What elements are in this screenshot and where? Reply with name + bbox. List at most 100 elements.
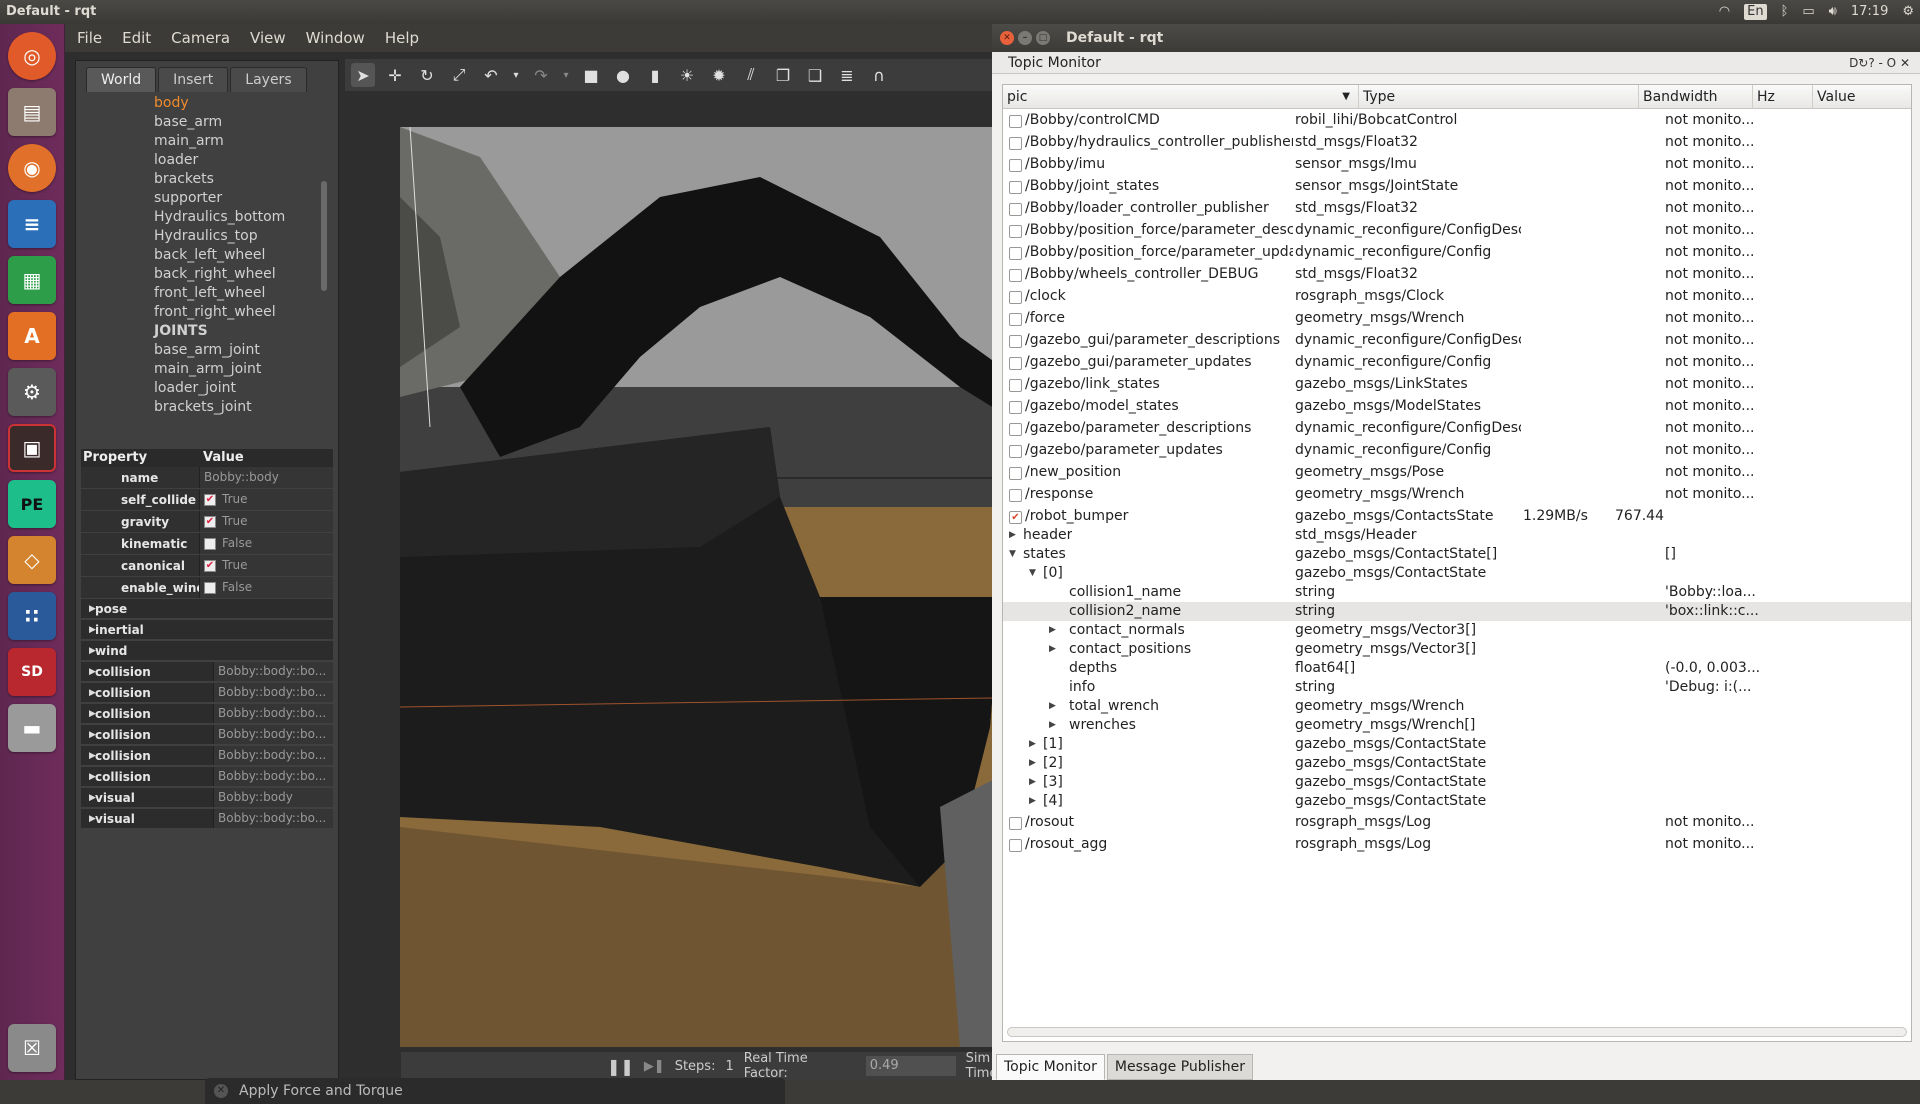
topic-row[interactable]: /Bobby/controlCMD robil_lihi/BobcatContro… [1003, 111, 1911, 130]
monitor-checkbox[interactable] [1009, 313, 1022, 326]
field-row[interactable]: ▶ [3] gazebo_msgs/ContactState [1003, 773, 1911, 792]
chevron-down-icon[interactable]: ▾ [561, 63, 571, 87]
column-topic[interactable]: pic ▼ [1003, 85, 1359, 109]
tree-item[interactable]: Hydraulics_bottom [154, 209, 285, 225]
software-center-icon[interactable]: A [8, 312, 56, 360]
topic-row[interactable]: /response geometry_msgs/Wrench not monito.… [1003, 485, 1911, 504]
field-row[interactable]: ▶ [4] gazebo_msgs/ContactState [1003, 792, 1911, 811]
menu-view[interactable]: View [250, 29, 286, 47]
property-group-wind[interactable]: ▶ wind [81, 641, 333, 660]
tree-item[interactable]: loader_joint [154, 380, 236, 396]
pause-icon[interactable]: ❚❚ [607, 1057, 634, 1076]
tab-message-publisher[interactable]: Message Publisher [1106, 1054, 1253, 1080]
topic-row[interactable]: /Bobby/imu sensor_msgs/Imu not monito... [1003, 155, 1911, 174]
bluetooth-icon[interactable]: ᛒ [1781, 0, 1789, 24]
field-row[interactable]: ▶ total_wrench geometry_msgs/Wrench [1003, 697, 1911, 716]
property-group-collision[interactable]: ▶ collision Bobby::body::bo... [81, 662, 333, 681]
settings-icon[interactable]: ⚙ [8, 368, 56, 416]
property-group-inertial[interactable]: ▶ inertial [81, 620, 333, 639]
property-group-collision[interactable]: ▶ collision Bobby::body::bo... [81, 683, 333, 702]
trash-icon[interactable]: ☒ [8, 1024, 56, 1072]
topic-row[interactable]: /rosout rosgraph_msgs/Log not monito... [1003, 813, 1911, 832]
chevron-right-icon[interactable]: ▶ [1049, 621, 1056, 640]
field-row[interactable]: ▼ states gazebo_msgs/ContactState[] [] [1003, 545, 1911, 564]
monitor-checkbox[interactable] [1009, 423, 1022, 436]
property-value[interactable]: ✔ True [199, 511, 333, 532]
menu-camera[interactable]: Camera [171, 29, 230, 47]
tree-item[interactable]: loader [154, 152, 198, 168]
translate-icon[interactable]: ✛ [383, 63, 407, 87]
firefox-icon[interactable]: ◉ [8, 144, 56, 192]
tree-item[interactable]: base_arm [154, 114, 222, 130]
chevron-down-icon[interactable]: ▾ [511, 63, 521, 87]
field-row[interactable]: ▶ header std_msgs/Header [1003, 526, 1911, 545]
sphere-shape-icon[interactable]: ● [611, 63, 635, 87]
files-icon[interactable]: ▤ [8, 88, 56, 136]
property-checkbox[interactable] [204, 581, 216, 594]
field-row[interactable]: collision2_name string 'box::link::c... [1003, 602, 1911, 621]
monitor-checkbox[interactable] [1009, 225, 1022, 238]
monitor-checkbox[interactable] [1009, 839, 1022, 852]
calc-icon[interactable]: ▦ [8, 256, 56, 304]
menu-help[interactable]: Help [385, 29, 419, 47]
monitor-checkbox[interactable] [1009, 467, 1022, 480]
battery-icon[interactable]: ▭ [1802, 0, 1814, 24]
expand-arrow-icon[interactable]: ▶ [81, 604, 96, 614]
menu-edit[interactable]: Edit [122, 29, 151, 47]
column-bandwidth[interactable]: Bandwidth [1639, 85, 1753, 109]
topic-row[interactable]: /Bobby/hydraulics_controller_publisher st… [1003, 133, 1911, 152]
monitor-checkbox[interactable] [1009, 489, 1022, 502]
field-row[interactable]: ▶ contact_positions geometry_msgs/Vector3[… [1003, 640, 1911, 659]
box-shape-icon[interactable]: ■ [579, 63, 603, 87]
monitor-checkbox[interactable] [1009, 159, 1022, 172]
column-hz[interactable]: Hz [1753, 85, 1813, 109]
chevron-down-icon[interactable]: ▼ [1009, 545, 1016, 564]
property-group-pose[interactable]: ▶ pose [81, 599, 333, 618]
column-value[interactable]: Value [1813, 85, 1911, 109]
monitor-checkbox[interactable] [1009, 115, 1022, 128]
tree-item[interactable]: supporter [154, 190, 222, 206]
expand-arrow-icon[interactable]: ▶ [81, 814, 96, 824]
tree-item[interactable]: body [154, 95, 189, 111]
tab-insert[interactable]: Insert [158, 67, 229, 92]
field-row[interactable]: ▶ wrenches geometry_msgs/Wrench[] [1003, 716, 1911, 735]
paste-icon[interactable]: ❑ [803, 63, 827, 87]
tree-item[interactable]: main_arm [154, 133, 224, 149]
field-row[interactable]: ▶ [1] gazebo_msgs/ContactState [1003, 735, 1911, 754]
topic-row[interactable]: /gazebo/link_states gazebo_msgs/LinkState… [1003, 375, 1911, 394]
expand-arrow-icon[interactable]: ▶ [81, 793, 96, 803]
tree-item[interactable]: front_left_wheel [154, 285, 265, 301]
property-value[interactable]: ✔ True [199, 555, 333, 576]
tab-layers[interactable]: Layers [230, 67, 307, 92]
topic-row[interactable]: /gazebo/parameter_updates dynamic_reconfi… [1003, 441, 1911, 460]
sd-card-icon[interactable]: SD [8, 648, 56, 696]
chevron-right-icon[interactable]: ▶ [1049, 640, 1056, 659]
directional-light-icon[interactable]: ⫽ [739, 63, 763, 87]
tree-item[interactable]: front_right_wheel [154, 304, 276, 320]
chevron-right-icon[interactable]: ▶ [1029, 754, 1036, 773]
snap-magnet-icon[interactable]: ∩ [867, 63, 891, 87]
align-icon[interactable]: ≣ [835, 63, 859, 87]
monitor-checkbox[interactable] [1009, 401, 1022, 414]
monitor-checkbox[interactable] [1009, 817, 1022, 830]
field-row[interactable]: depths float64[] (-0.0, 0.003... [1003, 659, 1911, 678]
topic-row[interactable]: /new_position geometry_msgs/Pose not monit… [1003, 463, 1911, 482]
topic-row[interactable]: ✔/robot_bumper gazebo_msgs/ContactsState 1… [1003, 507, 1911, 526]
box-app-icon[interactable]: ◇ [8, 536, 56, 584]
monitor-checkbox[interactable]: ✔ [1009, 511, 1022, 524]
expand-arrow-icon[interactable]: ▶ [81, 751, 96, 761]
field-row[interactable]: collision1_name string 'Bobby::loa... [1003, 583, 1911, 602]
rotate-icon[interactable]: ↻ [415, 63, 439, 87]
property-group-collision[interactable]: ▶ collision Bobby::body::bo... [81, 725, 333, 744]
monitor-checkbox[interactable] [1009, 181, 1022, 194]
close-icon[interactable]: ✕ [1000, 31, 1014, 45]
volume-icon[interactable]: 🔊︎ [1829, 0, 1837, 24]
point-light-icon[interactable]: ☀ [675, 63, 699, 87]
clock[interactable]: 17:19 [1851, 0, 1888, 24]
property-checkbox[interactable]: ✔ [204, 493, 216, 506]
ubuntu-icon[interactable]: ◎ [8, 32, 56, 80]
scale-icon[interactable]: ⤢ [447, 63, 471, 87]
monitor-checkbox[interactable] [1009, 137, 1022, 150]
topic-row[interactable]: /gazebo/parameter_descriptions dynamic_re… [1003, 419, 1911, 438]
3d-scene-viewport[interactable] [400, 127, 1057, 1047]
